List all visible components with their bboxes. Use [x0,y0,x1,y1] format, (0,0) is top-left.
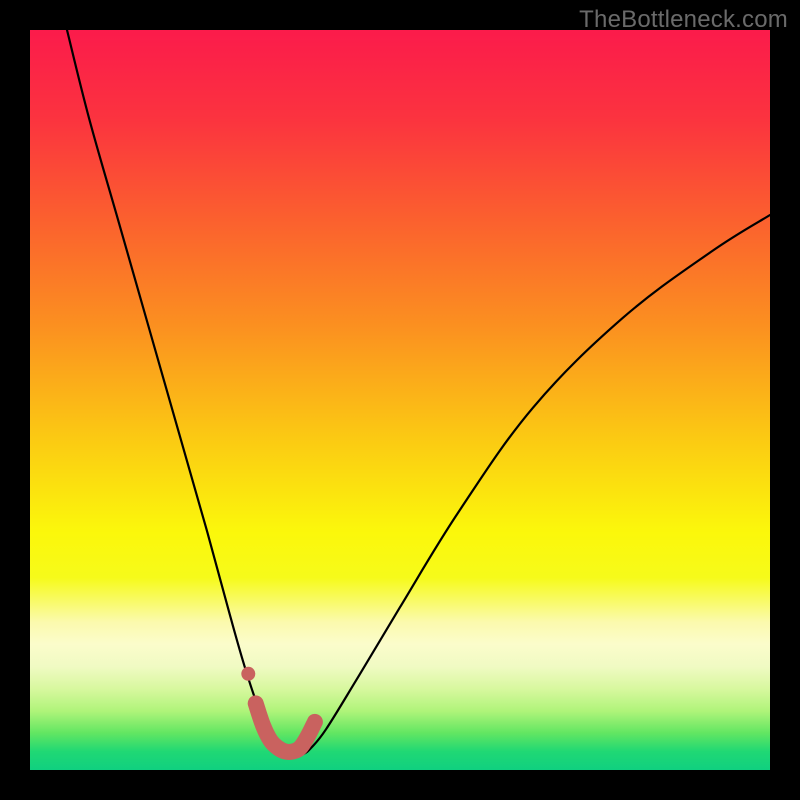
plot-area [30,30,770,770]
highlighted-range [256,703,315,752]
curve-layer [30,30,770,770]
bottleneck-curve [67,30,770,756]
chart-frame: TheBottleneck.com [0,0,800,800]
extra-marker-dot [241,667,255,681]
